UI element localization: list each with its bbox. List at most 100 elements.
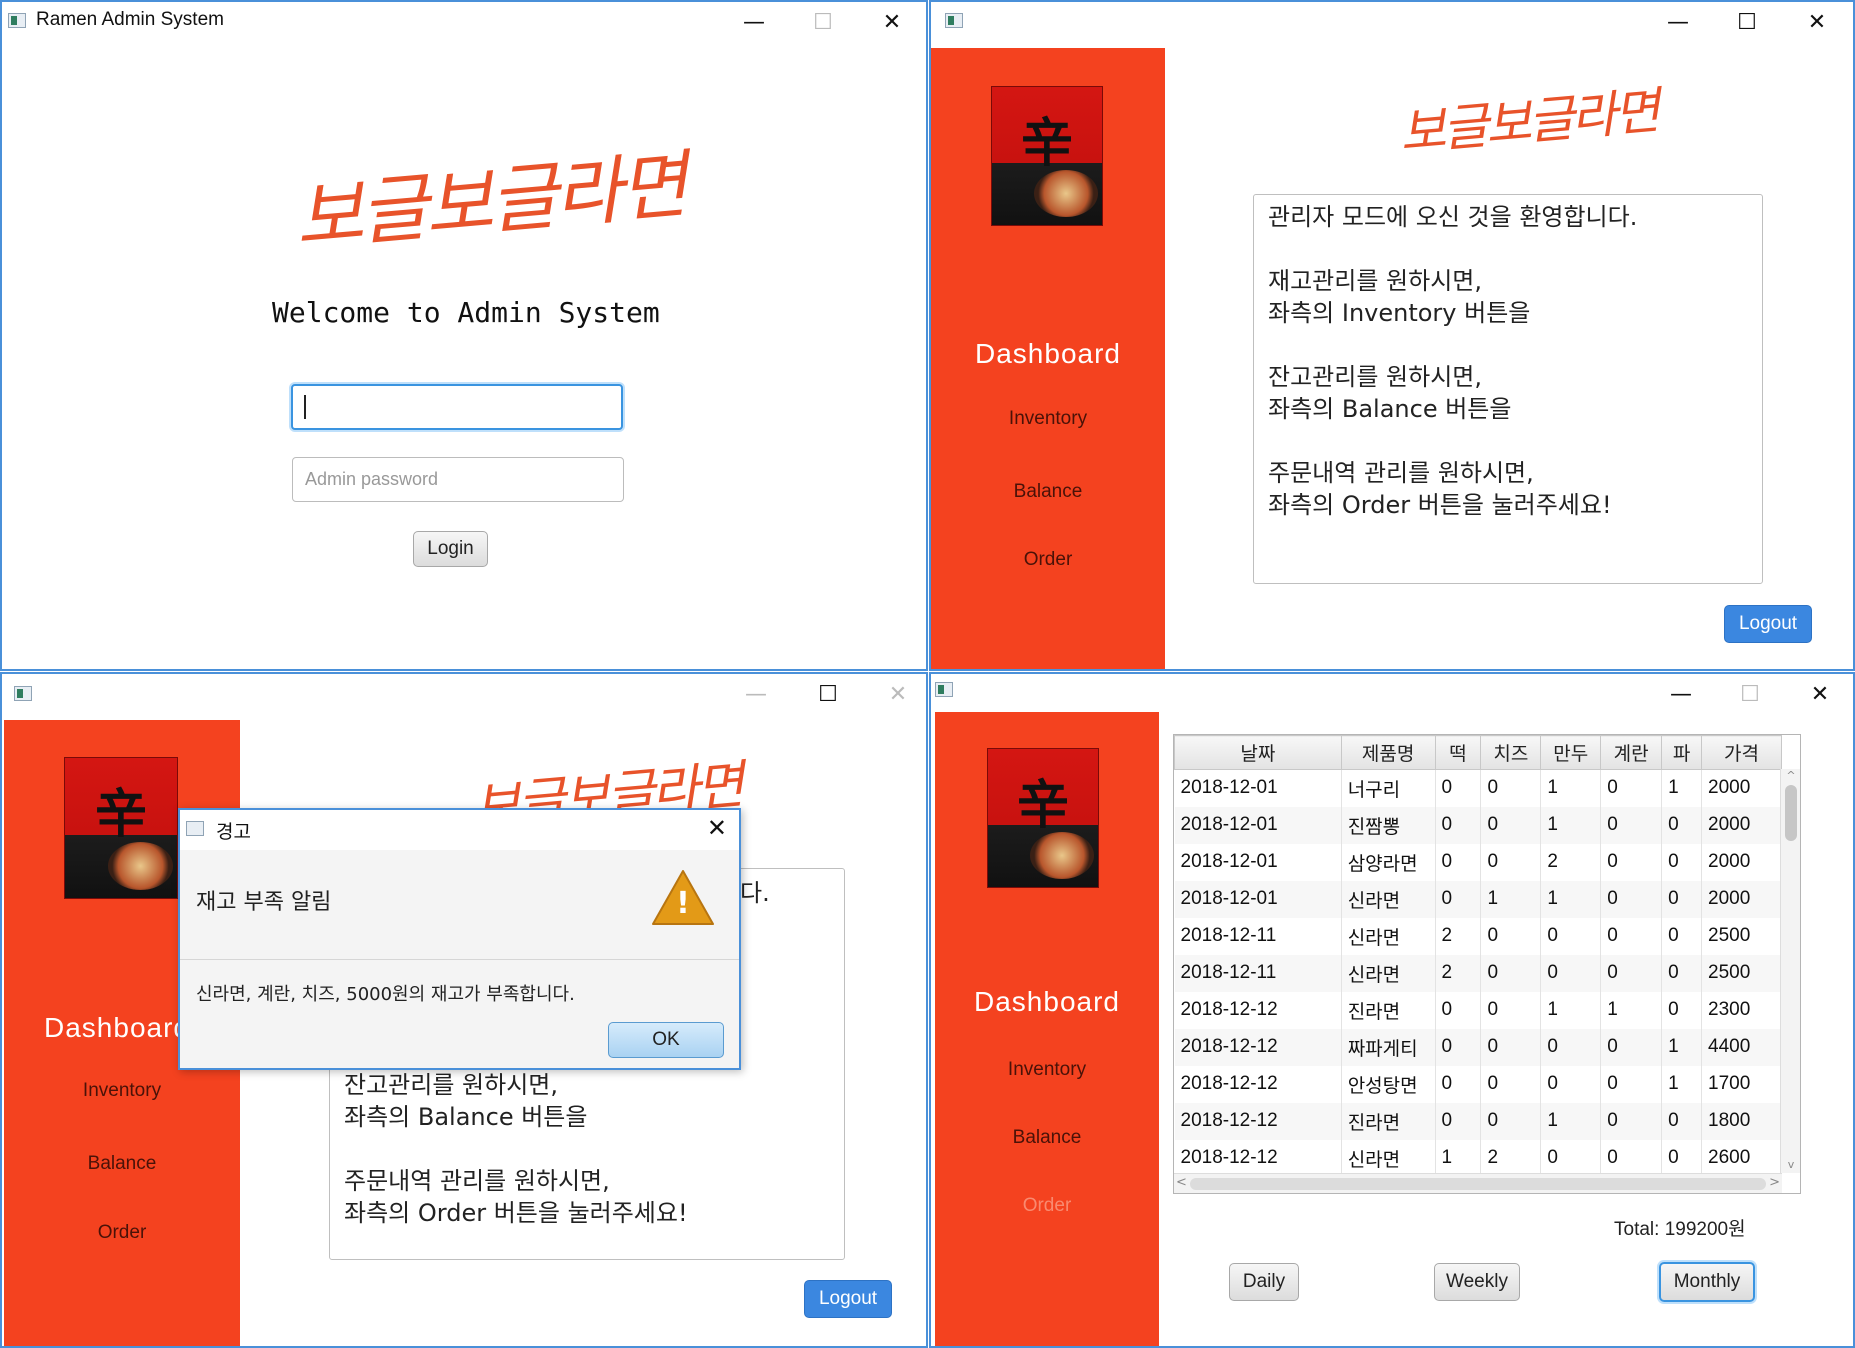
sidebar-item-balance[interactable]: Balance [931, 481, 1165, 503]
warning-dialog: 경고 ✕ 재고 부족 알림 ! 신라면, 계란, 치즈, 5000원의 재고가 … [178, 808, 741, 1070]
alert-window: — ☐ ✕ 辛 Dashboard Inventory Balance Orde… [0, 672, 928, 1348]
table-cell: 2018-12-01 [1174, 843, 1342, 881]
table-row[interactable]: 2018-12-11 신라면 2 0 0 0 0 2500 [1174, 954, 1782, 992]
brand-logo: 보글보글라면 [1397, 81, 1660, 163]
table-body: 2018-12-01 너구리 0 0 1 0 1 2000 2018-12-01 진짬뽕 0 0 1 0 0… [1174, 769, 1782, 1177]
table-cell: 진라면 [1341, 991, 1436, 1029]
table-cell: 0 [1480, 843, 1542, 881]
ramen-package-image: 辛 [987, 748, 1099, 888]
welcome-message: 관리자 모드에 오신 것을 환영합니다. 재고관리를 원하시면, 좌측의 Inv… [1253, 194, 1763, 584]
table-cell: 1 [1661, 769, 1703, 807]
sidebar-item-order[interactable]: Order [4, 1222, 240, 1244]
column-header[interactable]: 가격 [1701, 735, 1782, 770]
dialog-close-icon[interactable]: ✕ [707, 814, 727, 842]
sidebar-item-balance[interactable]: Balance [935, 1127, 1159, 1149]
package-glyph: 辛 [1020, 112, 1073, 174]
column-header[interactable]: 계란 [1600, 735, 1663, 770]
sidebar-item-inventory[interactable]: Inventory [4, 1080, 240, 1102]
table-cell: 1 [1540, 880, 1602, 918]
table-row[interactable]: 2018-12-01 신라면 0 1 1 0 0 2000 [1174, 880, 1782, 918]
table-cell: 0 [1480, 991, 1542, 1029]
column-header[interactable]: 만두 [1540, 735, 1602, 770]
column-header[interactable]: 떡 [1434, 735, 1482, 770]
sidebar-header-dashboard[interactable]: Dashboard [935, 986, 1159, 1018]
sidebar-item-order[interactable]: Order [935, 1195, 1159, 1217]
table-cell: 0 [1600, 1102, 1663, 1140]
table-row[interactable]: 2018-12-12 안성탕면 0 0 0 0 1 1700 [1174, 1065, 1782, 1103]
table-row[interactable]: 2018-12-01 너구리 0 0 1 0 1 2000 [1174, 769, 1782, 807]
table-cell: 2018-12-12 [1174, 1139, 1342, 1177]
table-cell: 0 [1661, 917, 1703, 955]
minimize-icon[interactable]: — [724, 4, 784, 40]
sidebar-header-dashboard[interactable]: Dashboard [44, 1012, 190, 1044]
sidebar-item-order[interactable]: Order [931, 549, 1165, 571]
table-cell: 0 [1661, 1102, 1703, 1140]
minimize-icon[interactable]: — [1651, 676, 1711, 712]
dialog-header-text: 재고 부족 알림 [196, 890, 332, 915]
daily-button[interactable]: Daily [1229, 1263, 1299, 1301]
column-header[interactable]: 치즈 [1480, 735, 1542, 770]
table-cell: 0 [1540, 1139, 1602, 1177]
scroll-down-arrow-icon[interactable]: v [1781, 1158, 1800, 1171]
table-cell: 2500 [1701, 917, 1782, 955]
monthly-button[interactable]: Monthly [1659, 1262, 1755, 1302]
table-cell: 0 [1661, 1139, 1703, 1177]
ramen-package-image: 辛 [64, 757, 178, 899]
title-bar: Ramen Admin System — ☐ ✕ [2, 2, 926, 42]
vertical-scrollbar[interactable]: ^ v [1780, 769, 1800, 1173]
maximize-icon[interactable]: ☐ [1717, 4, 1777, 40]
table-row[interactable]: 2018-12-12 신라면 1 2 0 0 0 2600 [1174, 1139, 1782, 1177]
horizontal-scrollbar[interactable]: < > [1174, 1173, 1782, 1193]
maximize-icon[interactable]: ☐ [798, 676, 858, 712]
sidebar-item-balance[interactable]: Balance [4, 1153, 240, 1175]
table-cell: 0 [1435, 991, 1482, 1029]
dialog-header-pane: 재고 부족 알림 ! [180, 850, 739, 960]
table-cell: 0 [1661, 991, 1703, 1029]
minimize-icon[interactable]: — [726, 676, 786, 712]
message-fragment: 다. [740, 879, 770, 907]
table-cell: 1 [1540, 806, 1602, 844]
username-input[interactable] [291, 384, 623, 430]
table-cell: 0 [1480, 769, 1542, 807]
column-header[interactable]: 제품명 [1340, 735, 1436, 770]
dashboard-window: — ☐ ✕ 辛 Dashboard Inventory Balance Orde… [929, 0, 1855, 671]
table-row[interactable]: 2018-12-12 짜파게티 0 0 0 0 1 4400 [1174, 1028, 1782, 1066]
ramen-bowl-image [107, 842, 173, 890]
weekly-button[interactable]: Weekly [1434, 1263, 1520, 1301]
sidebar-item-inventory[interactable]: Inventory [935, 1059, 1159, 1081]
login-window: Ramen Admin System — ☐ ✕ 보글보글라면 Welcome … [0, 0, 928, 671]
dialog-content: 신라면, 계란, 치즈, 5000원의 재고가 부족합니다. [196, 984, 575, 1005]
table-row[interactable]: 2018-12-01 삼양라면 0 0 2 0 0 2000 [1174, 843, 1782, 881]
scroll-up-arrow-icon[interactable]: ^ [1781, 769, 1800, 782]
password-input[interactable]: Admin password [292, 457, 624, 502]
scroll-right-arrow-icon[interactable]: > [1769, 1175, 1780, 1190]
table-row[interactable]: 2018-12-12 진라면 0 0 1 0 0 1800 [1174, 1102, 1782, 1140]
vertical-scroll-thumb[interactable] [1785, 785, 1797, 841]
close-icon[interactable]: ✕ [868, 676, 926, 712]
close-icon[interactable]: ✕ [1787, 4, 1847, 40]
login-button[interactable]: Login [413, 531, 488, 567]
app-icon [945, 13, 963, 28]
scroll-left-arrow-icon[interactable]: < [1176, 1175, 1187, 1190]
close-icon[interactable]: ✕ [1790, 676, 1850, 712]
table-row[interactable]: 2018-12-11 신라면 2 0 0 0 0 2500 [1174, 917, 1782, 955]
table-cell: 2300 [1701, 991, 1782, 1029]
horizontal-scroll-thumb[interactable] [1190, 1178, 1766, 1190]
orders-window: — ☐ ✕ 辛 Dashboard Inventory Balance Orde… [929, 672, 1855, 1348]
table-cell: 신라면 [1341, 1139, 1436, 1177]
table-cell: 1 [1435, 1139, 1482, 1177]
table-cell: 0 [1480, 1028, 1542, 1066]
logout-button[interactable]: Logout [804, 1280, 892, 1318]
table-row[interactable]: 2018-12-01 진짬뽕 0 0 1 0 0 2000 [1174, 806, 1782, 844]
table-cell: 0 [1435, 880, 1482, 918]
minimize-icon[interactable]: — [1648, 4, 1708, 40]
logout-button[interactable]: Logout [1724, 605, 1812, 643]
ok-button[interactable]: OK [608, 1022, 724, 1058]
package-glyph: 辛 [1016, 774, 1069, 836]
table-row[interactable]: 2018-12-12 진라면 0 0 1 1 0 2300 [1174, 991, 1782, 1029]
close-icon[interactable]: ✕ [862, 4, 922, 40]
column-header[interactable]: 파 [1661, 735, 1703, 770]
sidebar-item-inventory[interactable]: Inventory [931, 408, 1165, 430]
sidebar-header-dashboard[interactable]: Dashboard [931, 338, 1165, 370]
column-header[interactable]: 날짜 [1174, 735, 1342, 770]
